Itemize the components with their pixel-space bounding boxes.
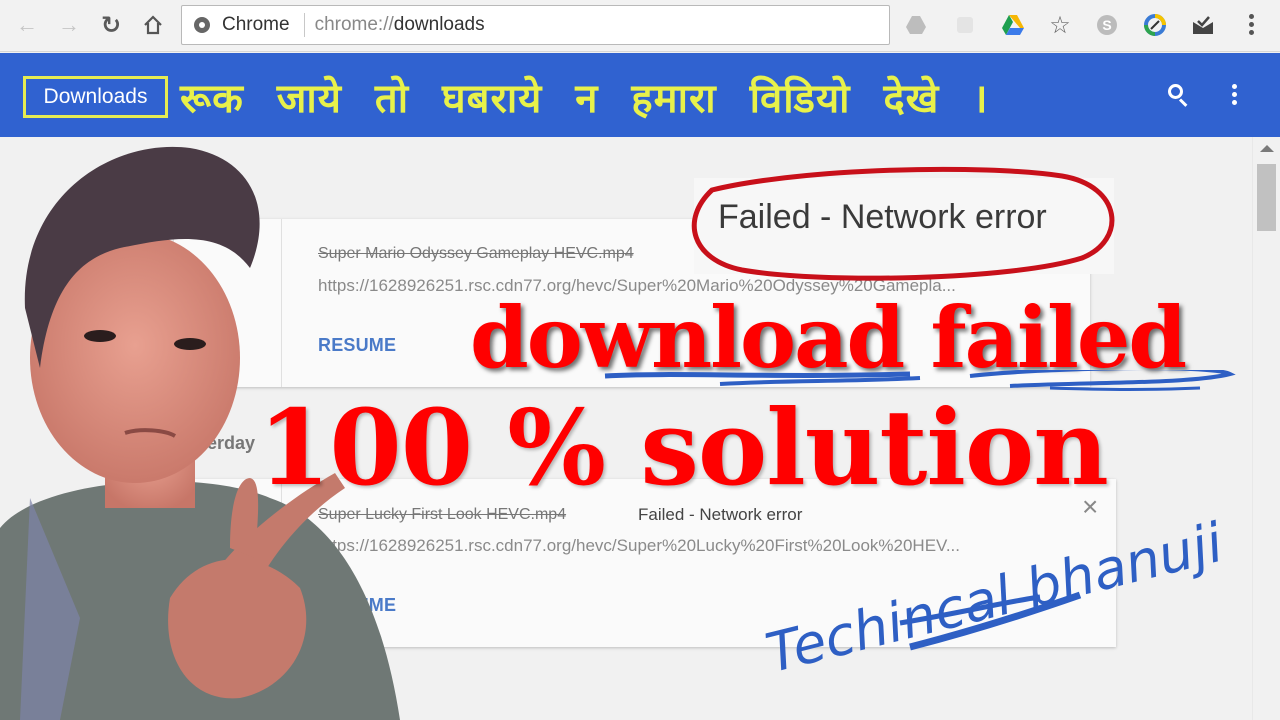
- bookmark-star-button[interactable]: ☆: [1048, 11, 1072, 39]
- scroll-thumb[interactable]: [1257, 164, 1276, 231]
- omnibox-separator: [303, 13, 305, 37]
- star-icon: ☆: [1049, 11, 1071, 39]
- home-button[interactable]: [140, 12, 166, 38]
- mail-check-icon: [1193, 16, 1213, 34]
- address-bar[interactable]: Chrome chrome://downloads: [181, 5, 890, 45]
- more-vert-icon: [1232, 84, 1237, 89]
- handwritten-signature: Techincal bhanuji: [760, 511, 1229, 675]
- circle-extension[interactable]: [1143, 13, 1167, 37]
- headline-100-percent-solution: 100 % solution: [258, 386, 1109, 509]
- google-drive-icon: [1002, 15, 1024, 35]
- search-icon: [1168, 84, 1183, 99]
- site-chip-label: Chrome: [222, 14, 290, 35]
- home-icon: [144, 15, 162, 35]
- chrome-menu-button[interactable]: [1249, 14, 1254, 38]
- browser-toolbar: ← → ↻ Chrome chrome://downloads ☆ S: [0, 0, 1280, 52]
- more-vert-icon: [1249, 14, 1254, 19]
- skype-extension[interactable]: S: [1095, 13, 1119, 37]
- chrome-logo-icon: [194, 17, 210, 33]
- pocket-icon: [957, 17, 973, 33]
- pocket-extension[interactable]: [953, 13, 977, 37]
- extension-circle-icon: [1144, 14, 1166, 36]
- skype-icon: S: [1097, 15, 1117, 35]
- url-path: downloads: [393, 14, 485, 35]
- hindi-overlay-text: रूक जाये तो घबराये न हमारा विडियो देखे ।: [180, 76, 989, 122]
- drive-extension[interactable]: [1001, 13, 1025, 37]
- forward-button[interactable]: →: [56, 12, 82, 38]
- svg-text:S: S: [1102, 17, 1111, 33]
- url-text[interactable]: chrome://downloads: [315, 14, 485, 36]
- downloads-menu-button[interactable]: [1232, 84, 1240, 108]
- thumbnail-root: ← → ↻ Chrome chrome://downloads ☆ S Down…: [0, 0, 1280, 720]
- signature-text: Techincal bhanuji: [760, 511, 1229, 675]
- google-drive-gray-icon: [906, 16, 926, 34]
- search-button[interactable]: [1167, 83, 1191, 107]
- url-scheme: chrome://: [314, 14, 394, 35]
- scroll-up-arrow-icon[interactable]: [1260, 145, 1274, 152]
- reload-icon: ↻: [100, 11, 122, 39]
- red-circle-annotation: [691, 166, 1115, 281]
- reload-button[interactable]: ↻: [98, 11, 124, 39]
- arrow-right-icon: →: [58, 12, 80, 37]
- page-title: Downloads: [23, 76, 168, 118]
- back-button[interactable]: ←: [14, 12, 40, 38]
- arrow-left-icon: ←: [16, 12, 38, 37]
- mail-extension[interactable]: [1191, 13, 1215, 37]
- drive-gray-extension[interactable]: [904, 13, 928, 37]
